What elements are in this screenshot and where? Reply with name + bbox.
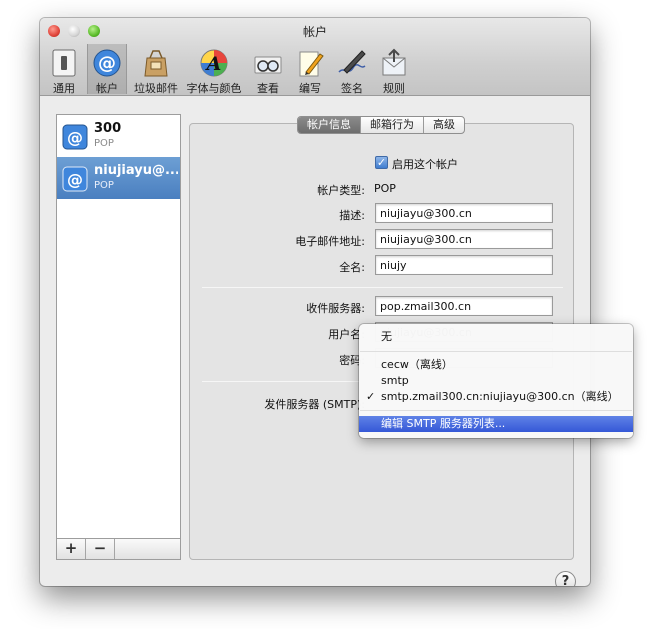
svg-text:@: @ [67,128,83,147]
smtp-option-cecw[interactable]: cecw（离线） [359,357,633,373]
at-sign-icon: @ [62,166,88,192]
smtp-server-menu[interactable]: 无 cecw（离线） smtp ✓ smtp.zmail300.cn:niuji… [359,324,633,438]
compose-pencil-icon [299,51,324,77]
at-sign-icon: @ [93,49,121,77]
description-field[interactable] [375,203,553,223]
help-button[interactable]: ? [555,571,576,586]
full-name-label: 全名: [339,261,365,274]
account-type: POP [94,180,114,191]
account-type-value: POP [374,182,396,195]
tab-advanced[interactable]: 高级 [423,117,464,133]
window-title: 帐户 [302,25,327,39]
email-address-label: 电子邮件地址: [295,235,365,248]
tab-account-info[interactable]: 帐户信息 [298,117,360,133]
checkmark-icon: ✓ [366,390,376,403]
title-toolbar: 帐户 通用 @ 帐户 垃圾邮件 A 字体与颜色 查看 编写 签名 规则 [40,18,590,96]
signature-pen-icon [338,50,366,74]
preferences-window: 帐户 通用 @ 帐户 垃圾邮件 A 字体与颜色 查看 编写 签名 规则 @ 30… [40,18,590,586]
account-name: 300 [94,121,122,136]
svg-text:A: A [205,53,222,75]
account-item-300[interactable]: @ 300 POP [57,115,180,157]
section-divider [202,287,563,288]
full-name-field[interactable] [375,255,553,275]
account-type: POP [94,138,114,149]
password-label: 密码: [339,354,365,367]
toolbar-accounts[interactable]: @ 帐户 [87,44,127,95]
smtp-server-label: 发件服务器 (SMTP): [264,398,365,411]
toolbar-junk-mail[interactable]: 垃圾邮件 [132,44,180,95]
general-switch-icon [52,49,76,77]
username-label: 用户名: [328,328,365,341]
smtp-option-none[interactable]: 无 [359,329,633,345]
svg-text:@: @ [98,53,116,74]
enable-account-checkbox[interactable]: ✓ [375,156,388,169]
smtp-option-zmail[interactable]: ✓ smtp.zmail300.cn:niujiayu@300.cn（离线） [359,389,633,405]
enable-account-label: 启用这个帐户 [392,158,458,171]
tab-mailbox-behaviors[interactable]: 邮箱行为 [360,117,423,133]
account-name: niujiayu@... [94,163,178,178]
incoming-server-label: 收件服务器: [306,302,365,315]
account-list[interactable]: @ 300 POP @ niujiayu@... POP [56,114,181,539]
at-sign-icon: @ [62,124,88,150]
rules-envelope-icon [382,48,406,76]
remove-account-button[interactable]: − [86,539,115,559]
smtp-option-label: smtp.zmail300.cn:niujiayu@300.cn（离线） [381,390,619,403]
edit-smtp-list-item[interactable]: 编辑 SMTP 服务器列表... [359,416,633,432]
toolbar-signatures[interactable]: 签名 [334,44,370,95]
incoming-server-field[interactable] [375,296,553,316]
font-palette-icon: A [200,49,228,77]
account-item-niujiayu[interactable]: @ niujiayu@... POP [57,157,180,199]
menu-separator [360,410,632,411]
toolbar-rules[interactable]: 规则 [376,44,412,95]
add-account-button[interactable]: + [57,539,86,559]
menu-separator [360,351,632,352]
smtp-option-smtp[interactable]: smtp [359,373,633,389]
tab-bar: 帐户信息 邮箱行为 高级 [297,116,465,134]
toolbar-fonts-colors[interactable]: A 字体与颜色 [185,44,243,95]
account-type-label: 帐户类型: [317,184,365,197]
toolbar-composing[interactable]: 编写 [292,44,328,95]
glasses-icon [254,56,282,74]
svg-text:@: @ [67,170,83,189]
email-address-field[interactable] [375,229,553,249]
toolbar-general[interactable]: 通用 [46,44,82,95]
description-label: 描述: [339,209,365,222]
toolbar-viewing[interactable]: 查看 [250,44,286,95]
junk-bag-icon [144,50,168,77]
account-list-footer: + − [56,539,181,560]
